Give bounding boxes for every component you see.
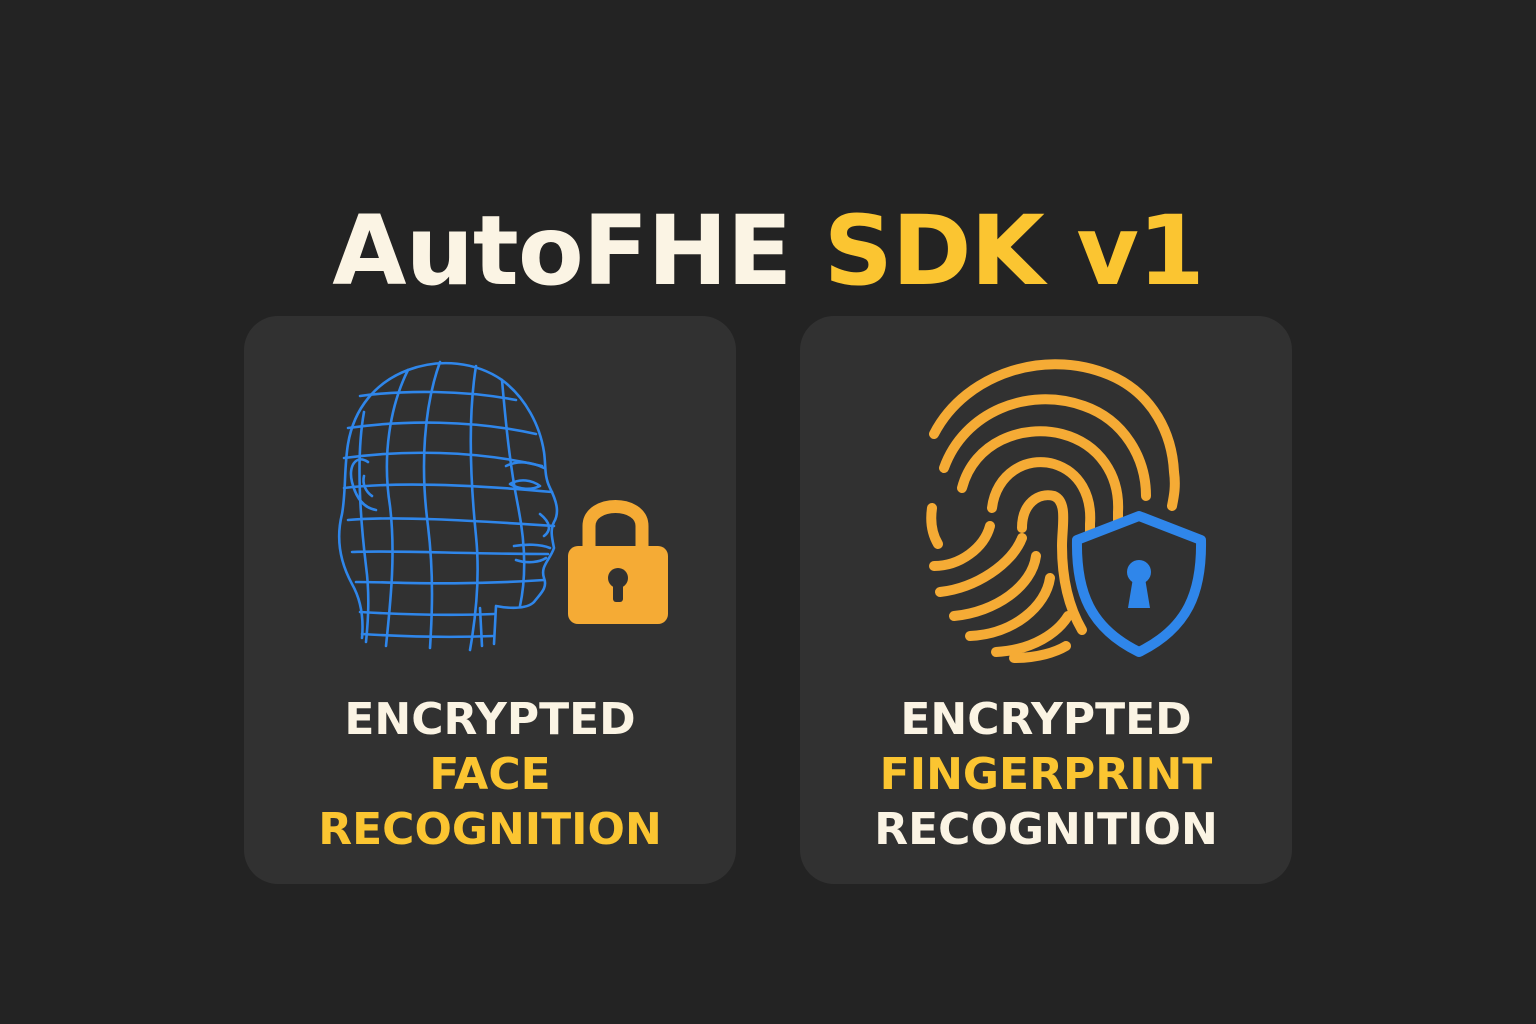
caption-line-2: FACE xyxy=(429,749,551,800)
caption-line-1: ENCRYPTED xyxy=(900,694,1192,745)
padlock-icon xyxy=(568,500,668,624)
fingerprint-icon xyxy=(926,359,1207,663)
title-version: SDK v1 xyxy=(823,195,1205,308)
caption-line-3: RECOGNITION xyxy=(874,804,1218,855)
caption-line-1: ENCRYPTED xyxy=(344,694,636,745)
fingerprint-recognition-card: ENCRYPTED FINGERPRINT RECOGNITION xyxy=(800,316,1292,884)
title-product-name: AutoFHE xyxy=(332,195,792,308)
page-title: AutoFHE SDK v1 xyxy=(0,196,1536,306)
face-card-caption: ENCRYPTED FACE RECOGNITION xyxy=(244,692,736,857)
face-recognition-card: ENCRYPTED FACE RECOGNITION xyxy=(244,316,736,884)
wireframe-face-icon xyxy=(337,360,668,652)
shield-keyhole-icon xyxy=(1071,511,1207,657)
fingerprint-card-caption: ENCRYPTED FINGERPRINT RECOGNITION xyxy=(800,692,1292,857)
caption-line-2: FINGERPRINT xyxy=(879,749,1213,800)
caption-line-3: RECOGNITION xyxy=(318,804,662,855)
